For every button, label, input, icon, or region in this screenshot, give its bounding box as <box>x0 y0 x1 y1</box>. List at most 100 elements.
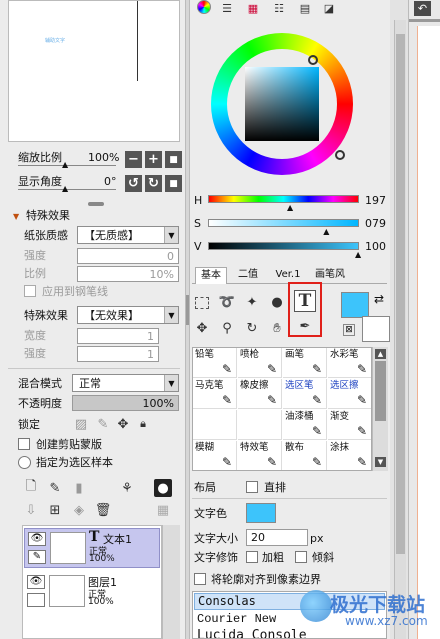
merge-visible-icon[interactable]: ⊞ <box>46 501 64 519</box>
clip-checkbox[interactable] <box>18 438 30 450</box>
brush-item[interactable]: 水彩笔 ✎ <box>328 348 371 378</box>
text-tool-icon[interactable]: T <box>294 290 316 312</box>
sv-cursor[interactable] <box>308 55 318 65</box>
new-layer-icon[interactable]: 🗋︎ <box>22 479 40 497</box>
lock-transparency-icon[interactable]: ▨ <box>72 415 90 433</box>
brush-item[interactable]: 渐变 ✎ <box>328 410 371 440</box>
strength2-field[interactable]: 1 <box>77 346 159 362</box>
options-scrollbar[interactable] <box>394 20 406 639</box>
apply-brush-checkbox[interactable] <box>24 285 36 297</box>
font-item[interactable]: Lucida Console <box>197 628 307 638</box>
rotate-reset-button[interactable]: ■ <box>165 175 182 192</box>
color-wheel[interactable] <box>211 33 353 175</box>
brush-item[interactable]: 铅笔 ✎ <box>193 348 237 378</box>
eyedropper-icon[interactable]: ✒︎ <box>296 317 314 335</box>
brush-item[interactable]: 散布 ✎ <box>283 441 327 470</box>
foreground-color-swatch[interactable] <box>341 292 369 318</box>
hue-cursor[interactable] <box>335 150 345 160</box>
brush-item[interactable]: 模糊 ✎ <box>193 441 237 470</box>
move-icon[interactable]: ✥ <box>193 319 211 337</box>
rgb-sliders-icon[interactable]: ☰ <box>218 0 236 17</box>
zoom-in-button[interactable]: + <box>145 151 162 168</box>
s-slider[interactable] <box>208 219 359 227</box>
brush-grid-scrollbar[interactable]: ▲ ▼ <box>372 347 388 471</box>
layer-mask-icon[interactable]: ● <box>154 479 172 497</box>
color-wheel-mode-icon[interactable] <box>197 0 211 14</box>
paper-select[interactable]: 【无质感】 ▼ <box>77 226 179 244</box>
ratio-field[interactable]: 10% <box>77 266 179 282</box>
opacity-bar[interactable]: 100% <box>72 395 179 411</box>
rect-select-icon[interactable] <box>195 297 209 309</box>
select-src-radio[interactable] <box>18 456 31 469</box>
font-item[interactable]: Courier New <box>197 612 276 626</box>
transparent-color-icon[interactable]: ⊠ <box>343 324 355 336</box>
magic-wand-icon[interactable]: ✦ <box>243 293 261 311</box>
brush-item[interactable]: 特效笔 ✎ <box>238 441 282 470</box>
effect-select[interactable]: 【无效果】 ▼ <box>77 306 179 324</box>
layer-extra-icon[interactable]: ▦ <box>154 501 172 519</box>
lock-paint-icon[interactable]: ✎ <box>94 415 112 433</box>
hand-icon[interactable]: ✋︎ <box>268 319 286 337</box>
undo-icon[interactable]: ↶ <box>414 1 431 16</box>
vertical-checkbox[interactable] <box>246 481 258 493</box>
lasso-icon[interactable]: ➰ <box>218 293 236 311</box>
canvas-area[interactable]: ↶ <box>408 0 440 639</box>
v-slider[interactable] <box>208 242 359 250</box>
brush-item[interactable]: 喷枪 ✎ <box>238 348 282 378</box>
width-field[interactable]: 1 <box>77 328 159 344</box>
pixel-align-checkbox[interactable] <box>194 573 206 585</box>
brush-item[interactable] <box>193 410 237 440</box>
brush-item[interactable] <box>238 410 282 440</box>
layer-effects-icon[interactable]: ⚘ <box>118 479 136 497</box>
new-pen-layer-icon[interactable]: ✎ <box>46 479 64 497</box>
visibility-eye-icon[interactable]: 👁︎ <box>27 575 45 589</box>
swap-colors-icon[interactable]: ⇄ <box>374 292 384 306</box>
brush-item[interactable]: 选区笔 ✎ <box>283 379 327 409</box>
effects-collapse-icon[interactable]: ▼ <box>13 210 19 223</box>
h-slider-thumb[interactable]: ▲ <box>287 204 293 212</box>
zoom-out-button[interactable]: − <box>125 151 142 168</box>
s-slider-thumb[interactable]: ▲ <box>323 228 329 236</box>
new-folder-icon[interactable]: ▮ <box>70 479 88 497</box>
clear-layer-icon[interactable]: ◈ <box>70 501 88 519</box>
swatch-grid-icon[interactable]: ▦ <box>244 0 262 17</box>
brush-item[interactable]: 马克笔 ✎ <box>193 379 237 409</box>
zoom-icon[interactable]: ⚲ <box>218 319 236 337</box>
text-color-swatch[interactable] <box>246 503 276 523</box>
brush-item[interactable]: 橡皮擦 ✎ <box>238 379 282 409</box>
lock-move-icon[interactable]: ✥ <box>114 415 132 433</box>
angle-slider-thumb[interactable]: ▲ <box>62 185 68 193</box>
tab-binary[interactable]: 二值 <box>232 267 264 284</box>
rotate-cw-button[interactable]: ↻ <box>145 175 162 192</box>
brush-item[interactable]: 油漆桶 ✎ <box>283 410 327 440</box>
hsv-list-icon[interactable]: ☷ <box>270 0 288 17</box>
blend-select[interactable]: 正常 ▼ <box>72 374 179 392</box>
panel-divider-handle[interactable] <box>88 202 104 206</box>
rotate-ccw-button[interactable]: ↺ <box>125 175 142 192</box>
rotate-icon[interactable]: ↻ <box>243 319 261 337</box>
background-color-swatch[interactable] <box>362 316 390 342</box>
italic-checkbox[interactable] <box>295 551 307 563</box>
layer-row[interactable]: 👁︎ 图层1 正常 100% <box>24 572 160 612</box>
layer-list-scrollbar[interactable] <box>162 525 180 639</box>
text-size-input[interactable]: 20 <box>246 529 308 546</box>
brush-item[interactable]: 选区擦 ✎ <box>328 379 371 409</box>
sv-square[interactable] <box>245 67 319 141</box>
navigator-preview[interactable]: 辅助文字 <box>8 0 180 142</box>
lock-all-icon[interactable]: 🔒︎ <box>134 415 152 433</box>
strength-field[interactable]: 0 <box>77 248 179 264</box>
brush-item[interactable]: 涂抹 ✎ <box>328 441 371 470</box>
v-slider-thumb[interactable]: ▲ <box>355 251 361 259</box>
tab-basic[interactable]: 基本 <box>195 267 227 284</box>
zoom-slider-thumb[interactable]: ▲ <box>62 161 68 169</box>
zoom-reset-button[interactable]: ■ <box>165 151 182 168</box>
h-slider[interactable] <box>208 195 359 203</box>
scratchpad-icon[interactable]: ◪ <box>320 0 338 17</box>
delete-layer-icon[interactable]: 🗑︎ <box>94 501 112 519</box>
palette-icon[interactable]: ▤ <box>296 0 314 17</box>
bold-checkbox[interactable] <box>246 551 258 563</box>
canvas-page[interactable] <box>417 26 440 639</box>
merge-down-icon[interactable]: ⇩ <box>22 501 40 519</box>
brush-item[interactable]: 画笔 ✎ <box>283 348 327 378</box>
layer-row[interactable]: 👁︎ ✎ T 文本1 正常 100% <box>24 528 160 568</box>
